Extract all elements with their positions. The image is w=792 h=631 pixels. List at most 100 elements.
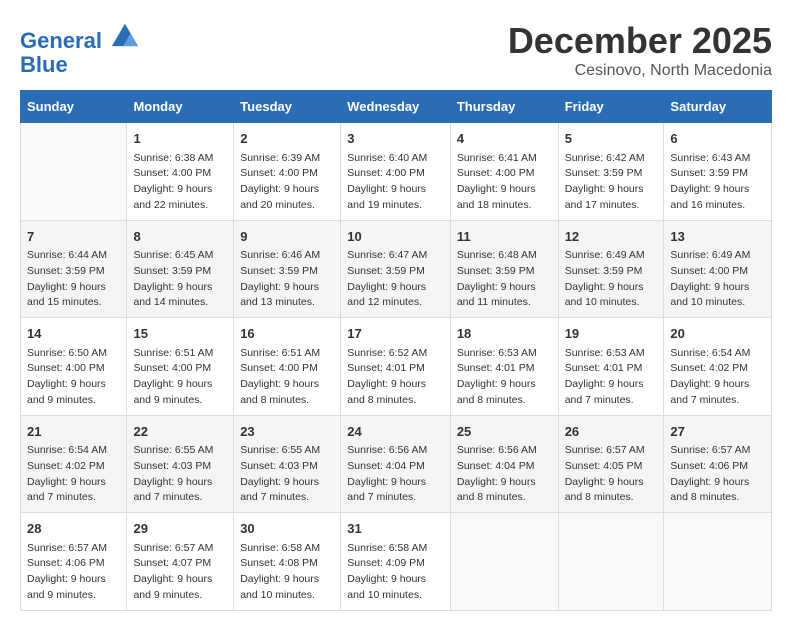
day-number: 17: [347, 324, 444, 344]
calendar-cell: 26Sunrise: 6:57 AM Sunset: 4:05 PM Dayli…: [558, 415, 664, 513]
header-day-monday: Monday: [127, 91, 234, 123]
week-row-5: 28Sunrise: 6:57 AM Sunset: 4:06 PM Dayli…: [21, 513, 772, 611]
day-info: Sunrise: 6:55 AM Sunset: 4:03 PM Dayligh…: [240, 443, 334, 506]
day-number: 5: [565, 129, 658, 149]
day-info: Sunrise: 6:57 AM Sunset: 4:06 PM Dayligh…: [670, 443, 765, 506]
calendar-cell: 9Sunrise: 6:46 AM Sunset: 3:59 PM Daylig…: [234, 220, 341, 318]
week-row-2: 7Sunrise: 6:44 AM Sunset: 3:59 PM Daylig…: [21, 220, 772, 318]
calendar-cell: 28Sunrise: 6:57 AM Sunset: 4:06 PM Dayli…: [21, 513, 127, 611]
day-number: 15: [133, 324, 227, 344]
calendar-cell: 27Sunrise: 6:57 AM Sunset: 4:06 PM Dayli…: [664, 415, 772, 513]
day-number: 26: [565, 422, 658, 442]
page-header: General Blue December 2025 Cesinovo, Nor…: [20, 20, 772, 80]
header-day-tuesday: Tuesday: [234, 91, 341, 123]
calendar-cell: 31Sunrise: 6:58 AM Sunset: 4:09 PM Dayli…: [341, 513, 451, 611]
logo: General Blue: [20, 20, 138, 77]
day-number: 3: [347, 129, 444, 149]
day-number: 11: [457, 227, 552, 247]
calendar-cell: 20Sunrise: 6:54 AM Sunset: 4:02 PM Dayli…: [664, 318, 772, 416]
calendar-cell: 3Sunrise: 6:40 AM Sunset: 4:00 PM Daylig…: [341, 123, 451, 221]
day-number: 31: [347, 519, 444, 539]
week-row-3: 14Sunrise: 6:50 AM Sunset: 4:00 PM Dayli…: [21, 318, 772, 416]
day-number: 27: [670, 422, 765, 442]
header-day-wednesday: Wednesday: [341, 91, 451, 123]
day-number: 10: [347, 227, 444, 247]
day-info: Sunrise: 6:41 AM Sunset: 4:00 PM Dayligh…: [457, 151, 552, 214]
header-row: SundayMondayTuesdayWednesdayThursdayFrid…: [21, 91, 772, 123]
header-day-saturday: Saturday: [664, 91, 772, 123]
calendar-table: SundayMondayTuesdayWednesdayThursdayFrid…: [20, 90, 772, 611]
day-number: 28: [27, 519, 120, 539]
day-info: Sunrise: 6:58 AM Sunset: 4:08 PM Dayligh…: [240, 541, 334, 604]
day-info: Sunrise: 6:44 AM Sunset: 3:59 PM Dayligh…: [27, 248, 120, 311]
day-info: Sunrise: 6:48 AM Sunset: 3:59 PM Dayligh…: [457, 248, 552, 311]
calendar-cell: 21Sunrise: 6:54 AM Sunset: 4:02 PM Dayli…: [21, 415, 127, 513]
calendar-cell: 7Sunrise: 6:44 AM Sunset: 3:59 PM Daylig…: [21, 220, 127, 318]
calendar-cell: 24Sunrise: 6:56 AM Sunset: 4:04 PM Dayli…: [341, 415, 451, 513]
calendar-cell: [664, 513, 772, 611]
header-day-thursday: Thursday: [450, 91, 558, 123]
day-number: 7: [27, 227, 120, 247]
day-number: 24: [347, 422, 444, 442]
calendar-cell: 25Sunrise: 6:56 AM Sunset: 4:04 PM Dayli…: [450, 415, 558, 513]
day-info: Sunrise: 6:46 AM Sunset: 3:59 PM Dayligh…: [240, 248, 334, 311]
day-number: 21: [27, 422, 120, 442]
logo-general: General: [20, 28, 102, 53]
calendar-cell: 29Sunrise: 6:57 AM Sunset: 4:07 PM Dayli…: [127, 513, 234, 611]
day-number: 1: [133, 129, 227, 149]
calendar-cell: 18Sunrise: 6:53 AM Sunset: 4:01 PM Dayli…: [450, 318, 558, 416]
calendar-cell: 6Sunrise: 6:43 AM Sunset: 3:59 PM Daylig…: [664, 123, 772, 221]
header-day-sunday: Sunday: [21, 91, 127, 123]
calendar-cell: 19Sunrise: 6:53 AM Sunset: 4:01 PM Dayli…: [558, 318, 664, 416]
calendar-cell: 8Sunrise: 6:45 AM Sunset: 3:59 PM Daylig…: [127, 220, 234, 318]
day-info: Sunrise: 6:57 AM Sunset: 4:06 PM Dayligh…: [27, 541, 120, 604]
day-number: 2: [240, 129, 334, 149]
day-number: 16: [240, 324, 334, 344]
week-row-1: 1Sunrise: 6:38 AM Sunset: 4:00 PM Daylig…: [21, 123, 772, 221]
calendar-cell: 14Sunrise: 6:50 AM Sunset: 4:00 PM Dayli…: [21, 318, 127, 416]
calendar-cell: 22Sunrise: 6:55 AM Sunset: 4:03 PM Dayli…: [127, 415, 234, 513]
logo-blue: Blue: [20, 53, 138, 77]
day-number: 14: [27, 324, 120, 344]
calendar-cell: 1Sunrise: 6:38 AM Sunset: 4:00 PM Daylig…: [127, 123, 234, 221]
day-number: 12: [565, 227, 658, 247]
day-number: 23: [240, 422, 334, 442]
day-info: Sunrise: 6:47 AM Sunset: 3:59 PM Dayligh…: [347, 248, 444, 311]
day-number: 29: [133, 519, 227, 539]
calendar-cell: 2Sunrise: 6:39 AM Sunset: 4:00 PM Daylig…: [234, 123, 341, 221]
day-number: 30: [240, 519, 334, 539]
week-row-4: 21Sunrise: 6:54 AM Sunset: 4:02 PM Dayli…: [21, 415, 772, 513]
day-info: Sunrise: 6:50 AM Sunset: 4:00 PM Dayligh…: [27, 346, 120, 409]
day-number: 25: [457, 422, 552, 442]
calendar-cell: [558, 513, 664, 611]
day-info: Sunrise: 6:45 AM Sunset: 3:59 PM Dayligh…: [133, 248, 227, 311]
day-number: 8: [133, 227, 227, 247]
title-block: December 2025 Cesinovo, North Macedonia: [508, 20, 772, 80]
day-info: Sunrise: 6:42 AM Sunset: 3:59 PM Dayligh…: [565, 151, 658, 214]
month-title: December 2025: [508, 20, 772, 62]
day-info: Sunrise: 6:51 AM Sunset: 4:00 PM Dayligh…: [133, 346, 227, 409]
calendar-cell: 30Sunrise: 6:58 AM Sunset: 4:08 PM Dayli…: [234, 513, 341, 611]
day-number: 18: [457, 324, 552, 344]
day-number: 13: [670, 227, 765, 247]
calendar-cell: [21, 123, 127, 221]
header-day-friday: Friday: [558, 91, 664, 123]
logo-text: General: [20, 20, 138, 53]
day-info: Sunrise: 6:38 AM Sunset: 4:00 PM Dayligh…: [133, 151, 227, 214]
day-info: Sunrise: 6:39 AM Sunset: 4:00 PM Dayligh…: [240, 151, 334, 214]
day-info: Sunrise: 6:56 AM Sunset: 4:04 PM Dayligh…: [347, 443, 444, 506]
day-info: Sunrise: 6:49 AM Sunset: 3:59 PM Dayligh…: [565, 248, 658, 311]
calendar-cell: [450, 513, 558, 611]
calendar-cell: 16Sunrise: 6:51 AM Sunset: 4:00 PM Dayli…: [234, 318, 341, 416]
day-number: 4: [457, 129, 552, 149]
calendar-cell: 11Sunrise: 6:48 AM Sunset: 3:59 PM Dayli…: [450, 220, 558, 318]
calendar-cell: 17Sunrise: 6:52 AM Sunset: 4:01 PM Dayli…: [341, 318, 451, 416]
calendar-cell: 10Sunrise: 6:47 AM Sunset: 3:59 PM Dayli…: [341, 220, 451, 318]
calendar-cell: 5Sunrise: 6:42 AM Sunset: 3:59 PM Daylig…: [558, 123, 664, 221]
day-number: 9: [240, 227, 334, 247]
calendar-cell: 15Sunrise: 6:51 AM Sunset: 4:00 PM Dayli…: [127, 318, 234, 416]
calendar-cell: 13Sunrise: 6:49 AM Sunset: 4:00 PM Dayli…: [664, 220, 772, 318]
location: Cesinovo, North Macedonia: [508, 62, 772, 80]
day-info: Sunrise: 6:54 AM Sunset: 4:02 PM Dayligh…: [27, 443, 120, 506]
day-info: Sunrise: 6:55 AM Sunset: 4:03 PM Dayligh…: [133, 443, 227, 506]
